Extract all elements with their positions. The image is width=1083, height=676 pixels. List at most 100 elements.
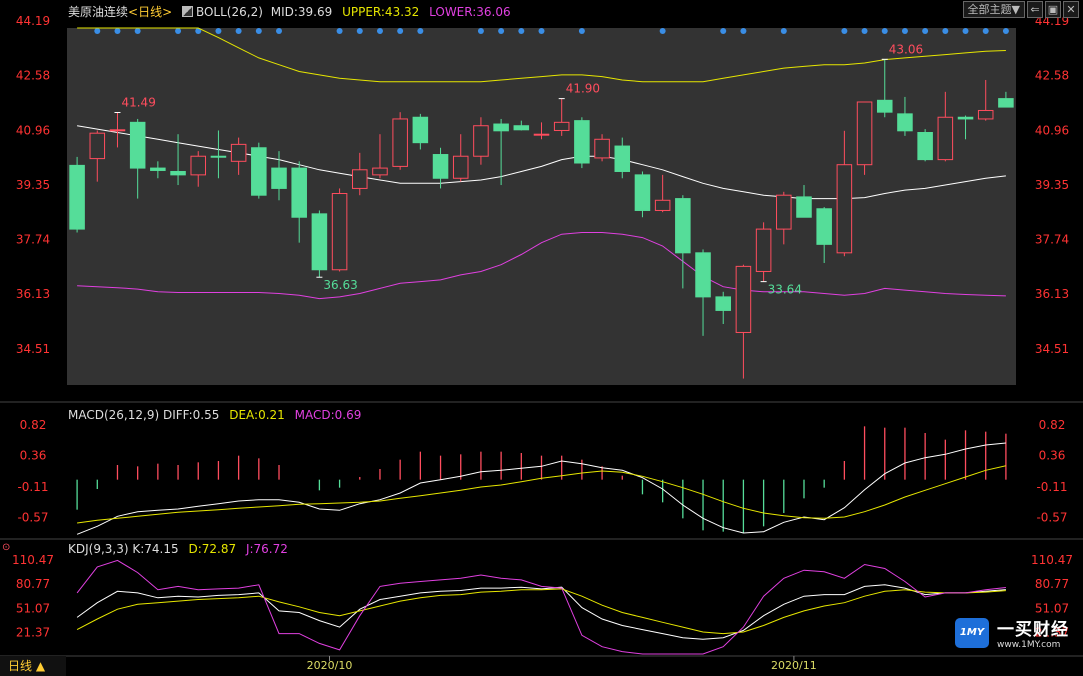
event-marker-dot xyxy=(841,28,848,34)
candle-body xyxy=(816,208,832,245)
event-marker-dot xyxy=(538,28,545,34)
candle-body xyxy=(957,116,974,120)
event-marker-dot xyxy=(861,28,868,34)
candle-body xyxy=(614,145,631,172)
extreme-price-label: 41.90 xyxy=(566,82,600,96)
expand-icon[interactable]: ▣ xyxy=(1045,1,1061,18)
candle-body xyxy=(150,167,166,171)
window-toolbar: 全部主题▼ ⇐ ▣ ✕ xyxy=(962,1,1079,18)
kdj-d: D:72.87 xyxy=(188,542,237,556)
brand-logo: 1MY xyxy=(955,617,989,648)
event-marker-dot xyxy=(114,28,121,34)
macd-axis-label-right: 0.82 xyxy=(1039,418,1066,432)
price-axis-label-left: 42.58 xyxy=(16,69,50,83)
candle-body xyxy=(190,155,207,176)
candle-body xyxy=(715,296,731,311)
candle-body xyxy=(251,147,267,196)
event-marker-dot xyxy=(134,28,141,34)
price-axis-label-left: 37.74 xyxy=(16,233,50,247)
price-axis-label-right: 40.96 xyxy=(1035,123,1069,137)
price-axis-label-right: 34.51 xyxy=(1035,342,1069,356)
extreme-price-label: 43.06 xyxy=(889,42,923,56)
macd-axis-label-left: -0.11 xyxy=(17,480,48,494)
theme-dropdown[interactable]: 全部主题▼ xyxy=(962,1,1025,18)
candle-body xyxy=(352,169,368,189)
kdj-label: KDJ(9,3,3) xyxy=(68,542,129,556)
candle-body xyxy=(89,132,106,160)
macd-label: MACD(26,12,9) xyxy=(68,408,160,422)
candle-body xyxy=(856,101,873,166)
candle-body xyxy=(230,143,247,162)
candle-body xyxy=(69,164,85,230)
macd-value: MACD:0.69 xyxy=(294,408,362,422)
event-marker-dot xyxy=(175,28,182,34)
event-marker-dot xyxy=(336,28,343,34)
kdj-axis-label-right: 80.77 xyxy=(1035,577,1069,591)
macd-diff: DIFF:0.55 xyxy=(162,408,220,422)
candle-body xyxy=(311,213,328,271)
event-marker-dot xyxy=(901,28,908,34)
boll-lower: LOWER:36.06 xyxy=(429,5,511,19)
price-axis-label-left: 40.96 xyxy=(16,123,50,137)
candle-body xyxy=(917,132,933,161)
event-marker-dot xyxy=(942,28,949,34)
kdj-header: KDJ(9,3,3) K:74.15 D:72.87 J:76.72 xyxy=(68,542,288,556)
event-marker-dot xyxy=(962,28,969,34)
candle-body xyxy=(735,265,752,333)
candle-body xyxy=(271,167,287,189)
event-marker-dot xyxy=(276,28,283,34)
extreme-price-label: 41.49 xyxy=(121,96,155,110)
boll-upper: UPPER:43.32 xyxy=(342,5,420,19)
event-marker-dot xyxy=(982,28,989,34)
price-plot-area xyxy=(67,28,1016,385)
candle-body xyxy=(210,155,227,158)
back-icon[interactable]: ⇐ xyxy=(1027,1,1043,18)
price-axis-label-left: 39.35 xyxy=(16,178,50,192)
candle-body xyxy=(776,194,792,230)
event-marker-dot xyxy=(94,28,101,34)
candle-body xyxy=(452,155,469,179)
event-marker-dot xyxy=(740,28,747,34)
pane-settings-icon[interactable]: ⊙ xyxy=(2,542,10,553)
close-icon[interactable]: ✕ xyxy=(1063,1,1079,18)
event-marker-dot xyxy=(255,28,262,34)
candle-body xyxy=(412,116,429,144)
candle-body xyxy=(513,125,530,131)
event-marker-dot xyxy=(397,28,404,34)
macd-axis-label-left: -0.57 xyxy=(17,511,48,525)
macd-header: MACD(26,12,9) DIFF:0.55 DEA:0.21 MACD:0.… xyxy=(68,408,361,422)
period-label: <日线> xyxy=(128,5,173,19)
period-tab[interactable]: 日线 ▲ xyxy=(0,656,66,676)
boll-label: BOLL(26,2) xyxy=(195,5,263,19)
date-axis-label: 2020/10 xyxy=(307,659,353,672)
candle-body xyxy=(291,167,307,218)
indicator-icon[interactable] xyxy=(181,6,193,17)
kdj-k: K:74.15 xyxy=(132,542,179,556)
extreme-price-label: 36.63 xyxy=(323,278,357,292)
candle-body xyxy=(574,120,590,164)
event-marker-dot xyxy=(518,28,525,34)
price-axis-label-right: 37.74 xyxy=(1035,233,1069,247)
chart-canvas: 44.19 44.1942.58 42.5840.96 40.9639.35 39.35… xyxy=(0,14,1083,672)
macd-axis-label-left: 0.36 xyxy=(20,449,47,463)
kdj-axis-label-left: 80.77 xyxy=(16,577,50,591)
candle-body xyxy=(432,154,449,179)
price-axis-label-right: 39.35 xyxy=(1035,178,1069,192)
candle-body xyxy=(473,125,489,157)
candle-body xyxy=(553,121,570,131)
event-marker-dot xyxy=(477,28,484,34)
candle-body xyxy=(897,113,913,132)
event-marker-dot xyxy=(578,28,585,34)
price-axis-label-left: 44.19 xyxy=(16,14,50,28)
event-marker-dot xyxy=(720,28,727,34)
kdj-axis-label-left: 21.37 xyxy=(16,626,50,640)
price-axis-label-right: 42.58 xyxy=(1035,69,1069,83)
kdj-j: J:76.72 xyxy=(245,542,288,556)
event-marker-dot xyxy=(881,28,888,34)
macd-axis-label-right: -0.11 xyxy=(1036,480,1067,494)
candle-body xyxy=(372,167,388,176)
candle-body xyxy=(594,138,610,159)
price-axis-label-left: 34.51 xyxy=(16,342,50,356)
kdj-k-line xyxy=(76,584,1006,640)
kdj-axis-label-right: 110.47 xyxy=(1031,553,1073,567)
